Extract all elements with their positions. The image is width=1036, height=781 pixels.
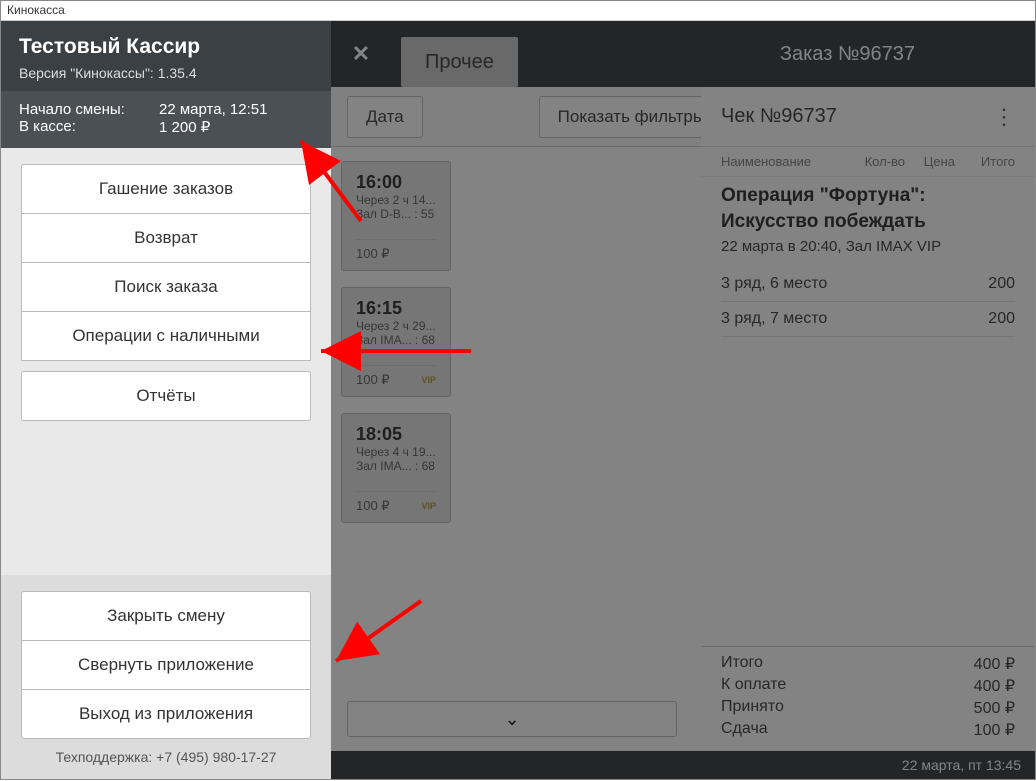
cash-value: 1 200 ₽ [159,118,210,136]
menu-find-order[interactable]: Поиск заказа [21,263,311,312]
shift-info: Начало смены: 22 марта, 12:51 В кассе: 1… [1,91,331,148]
menu-close-shift[interactable]: Закрыть смену [21,591,311,641]
side-menu-header: Тестовый Кассир Версия "Кинокассы": 1.35… [1,21,331,91]
menu-cancel-orders[interactable]: Гашение заказов [21,164,311,214]
menu-refund[interactable]: Возврат [21,214,311,263]
window-titlebar: Кинокасса [1,1,1035,21]
cash-label: В кассе: [19,118,159,136]
support-phone: Техподдержка: +7 (495) 980-17-27 [21,739,311,769]
menu-reports[interactable]: Отчёты [21,371,311,421]
side-menu-main: Гашение заказов Возврат Поиск заказа Опе… [1,148,331,421]
shift-start-label: Начало смены: [19,101,159,118]
side-menu-bottom: Закрыть смену Свернуть приложение Выход … [1,575,331,779]
shift-start-value: 22 марта, 12:51 [159,101,267,118]
menu-exit-app[interactable]: Выход из приложения [21,690,311,739]
menu-cash-ops[interactable]: Операции с наличными [21,312,311,361]
cashier-name: Тестовый Кассир [19,35,313,59]
app-version: Версия "Кинокассы": 1.35.4 [19,65,313,81]
side-menu-panel: Тестовый Кассир Версия "Кинокассы": 1.35… [1,21,331,779]
menu-minimize-app[interactable]: Свернуть приложение [21,641,311,690]
